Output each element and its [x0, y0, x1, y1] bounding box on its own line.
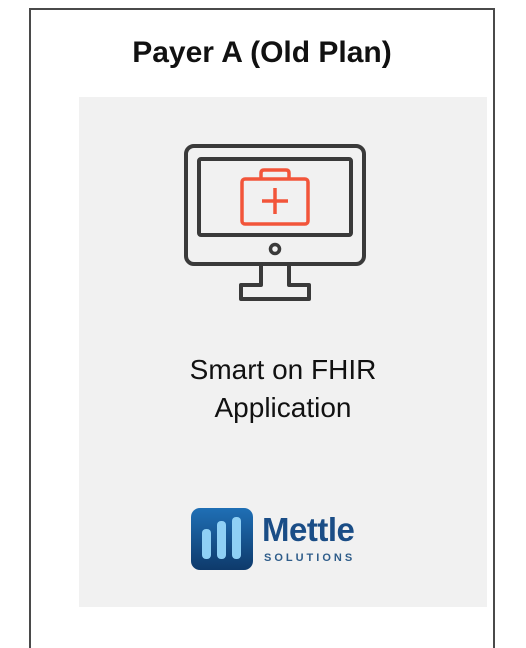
payer-title: Payer A (Old Plan) [132, 36, 392, 69]
application-label-line-2: Application [214, 392, 352, 423]
mettle-solutions-logo: Mettle SOLUTIONS [190, 507, 380, 571]
logo-subtitle: SOLUTIONS [264, 552, 356, 564]
monitor-medical-kit-icon [184, 144, 366, 301]
application-label: Smart on FHIR Application [79, 351, 487, 427]
mettle-logo-mark-icon [191, 508, 253, 570]
logo-wordmark: Mettle [262, 511, 355, 548]
application-panel: Smart on FHIR Application Mettle SOLUTIO… [79, 97, 487, 607]
payer-card: Payer A (Old Plan) Smart on FHIR Applica… [29, 8, 495, 648]
application-label-line-1: Smart on FHIR [189, 354, 377, 385]
